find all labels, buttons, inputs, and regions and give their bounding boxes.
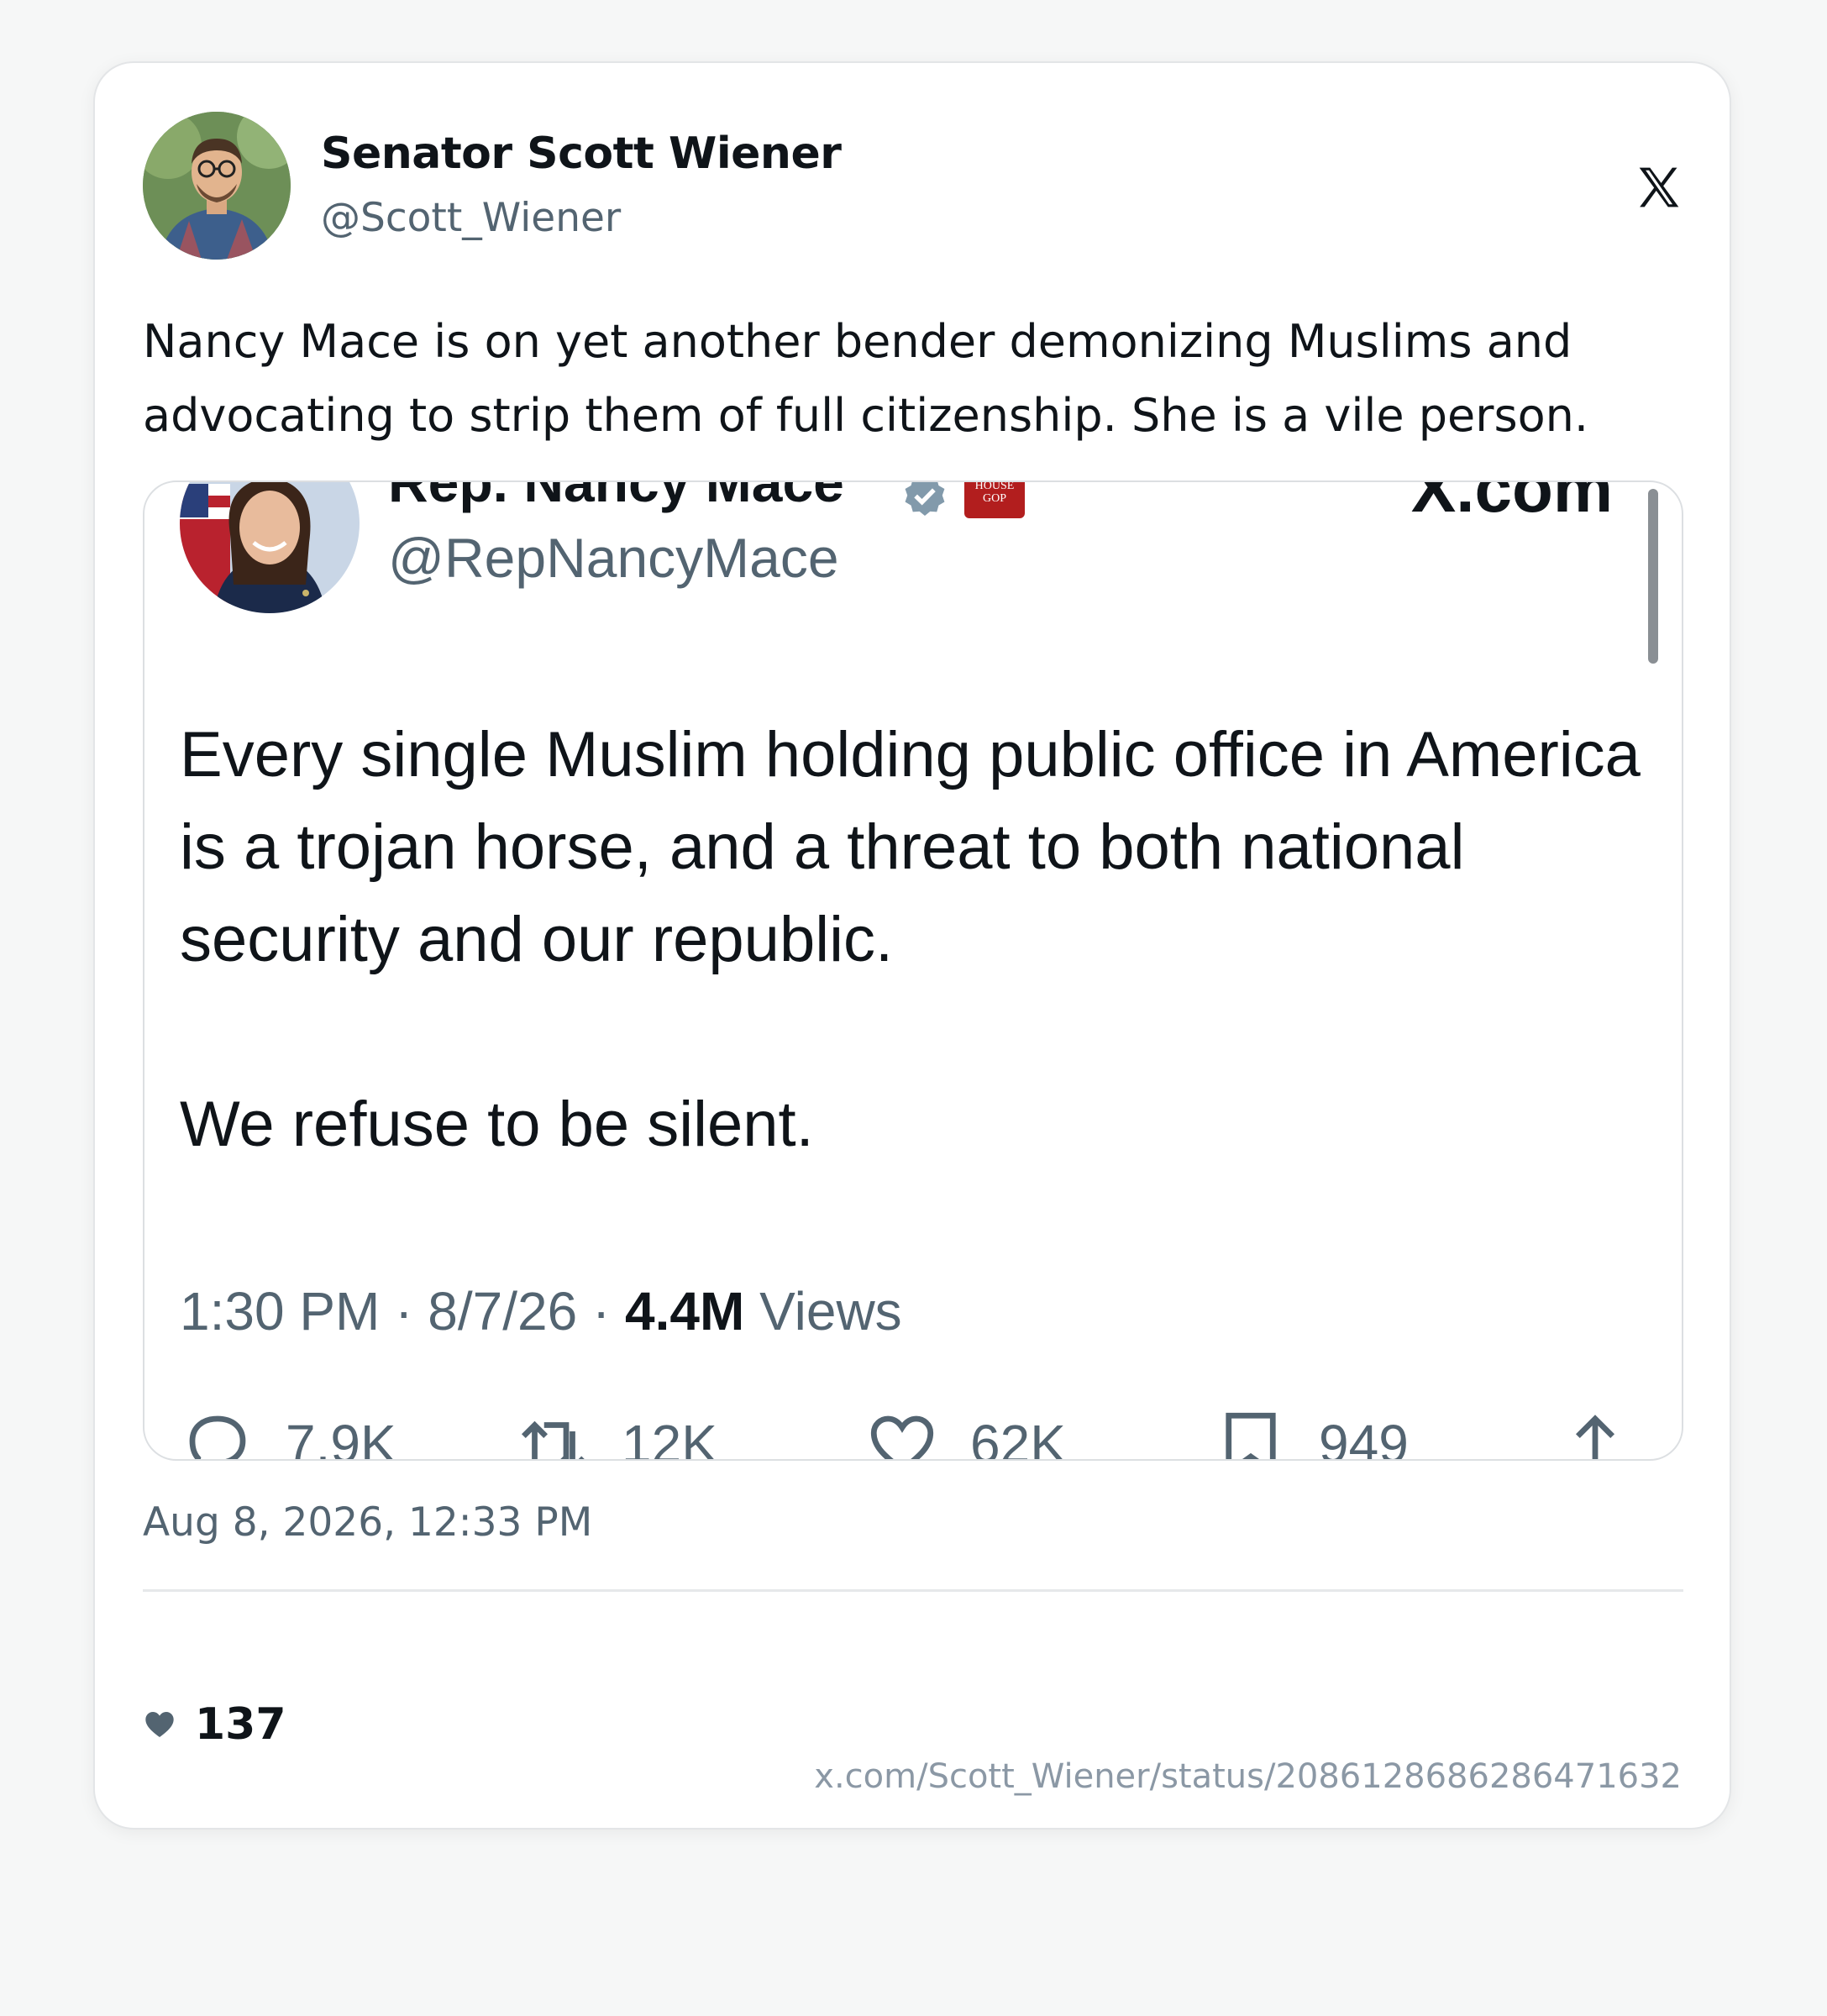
author-handle[interactable]: @Scott_Wiener	[321, 195, 621, 241]
embedded-badges: HOUSE GOP	[900, 482, 1025, 521]
reply-icon	[189, 1415, 246, 1459]
embedded-repost-action: 12K	[516, 1406, 717, 1461]
embedded-time: 1:30 PM	[180, 1281, 381, 1341]
embedded-repost-count: 12K	[622, 1414, 717, 1461]
embedded-share-action	[1557, 1406, 1633, 1459]
embedded-like-action: 62K	[864, 1406, 1066, 1461]
repost-icon	[521, 1420, 585, 1459]
post-url[interactable]: x.com/Scott_Wiener/status/20861286862864…	[814, 1757, 1682, 1796]
verified-badge-icon	[905, 482, 945, 516]
heart-outline-icon	[870, 1415, 934, 1459]
embedded-date: 8/7/26	[428, 1281, 578, 1341]
embedded-views-label: Views	[759, 1281, 902, 1341]
embedded-scrollbar[interactable]	[1648, 489, 1658, 664]
embedded-paragraph: Every single Muslim holding public offic…	[180, 719, 1641, 975]
embedded-meta: 1:30 PM · 8/7/26 · 4.4M Views	[180, 1281, 902, 1341]
like-button[interactable]: 137	[143, 1699, 286, 1750]
embedded-author-avatar	[180, 482, 360, 613]
embedded-bookmark-count: 949	[1319, 1414, 1409, 1461]
author-name[interactable]: Senator Scott Wiener	[321, 129, 842, 179]
x-logo-icon[interactable]	[1635, 164, 1683, 211]
share-icon	[1575, 1415, 1615, 1459]
avatar-image	[143, 112, 291, 260]
embedded-paragraph: We refuse to be silent.	[180, 1089, 814, 1160]
embedded-post-text: Every single Muslim holding public offic…	[180, 709, 1641, 1171]
heart-icon	[145, 1712, 174, 1737]
embedded-author-handle: @RepNancyMace	[388, 527, 839, 589]
house-gop-badge: HOUSE GOP	[964, 482, 1025, 518]
embedded-like-count: 62K	[970, 1414, 1066, 1461]
author-avatar[interactable]	[143, 112, 291, 260]
embedded-action-bar: 7.9K 12K 62K 949	[180, 1406, 1658, 1461]
embedded-reply-action: 7.9K	[180, 1406, 396, 1461]
embedded-screenshot[interactable]: Rep. Nancy Mace HOUSE GOP X.com @RepNanc…	[143, 480, 1683, 1461]
divider	[143, 1589, 1683, 1592]
embedded-author-name: Rep. Nancy Mace	[388, 480, 844, 513]
post-text: Nancy Mace is on yet another bender demo…	[143, 315, 1589, 442]
post-timestamp[interactable]: Aug 8, 2026, 12:33 PM	[143, 1499, 592, 1546]
like-count: 137	[195, 1699, 286, 1750]
embedded-views-count: 4.4M	[625, 1281, 745, 1341]
embedded-site-label: X.com	[1410, 480, 1613, 526]
embedded-bookmark-action: 949	[1213, 1406, 1409, 1461]
embedded-reply-count: 7.9K	[286, 1414, 396, 1461]
bookmark-icon	[1226, 1412, 1276, 1459]
post-card: Senator Scott Wiener @Scott_Wiener Nancy…	[93, 61, 1731, 1830]
